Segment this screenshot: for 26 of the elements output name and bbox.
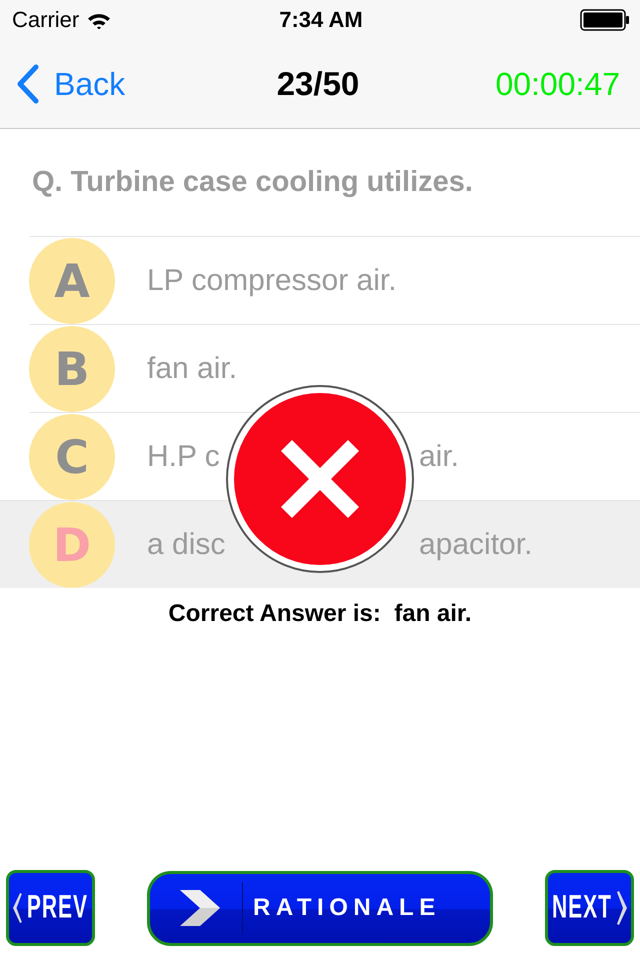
clock-time: 7:34 AM [279,7,363,33]
rationale-button[interactable]: RATIONALE [147,870,493,946]
option-text: air. [419,440,460,474]
correct-answer-text: Correct Answer is: fan air. [168,600,472,628]
option-letter: B [29,326,115,412]
battery-icon [580,9,630,31]
option-text: fan air. [147,352,238,386]
chevron-right-icon [617,891,627,925]
option-letter: C [29,414,115,500]
question-counter: 23/50 [276,65,360,103]
prev-button[interactable]: PREV [6,870,95,946]
next-button[interactable]: NEXT [545,870,634,946]
timer: 00:00:47 [495,66,620,102]
chevron-right-icon [180,890,220,926]
option-letter: D [29,502,115,588]
option-text: H.P c [147,440,220,474]
chevron-left-icon [16,64,40,104]
back-button[interactable]: Back [16,64,126,104]
question-text: Q. Turbine case cooling utilizes. [32,166,473,199]
option-text: LP compressor air. [147,264,397,298]
option-text: apacitor. [419,528,532,562]
option-letter: A [29,238,115,324]
chevron-left-icon [13,891,22,925]
carrier-name: Carrier [12,7,80,33]
wifi-icon [87,12,112,28]
option-text: a disc [147,528,226,562]
